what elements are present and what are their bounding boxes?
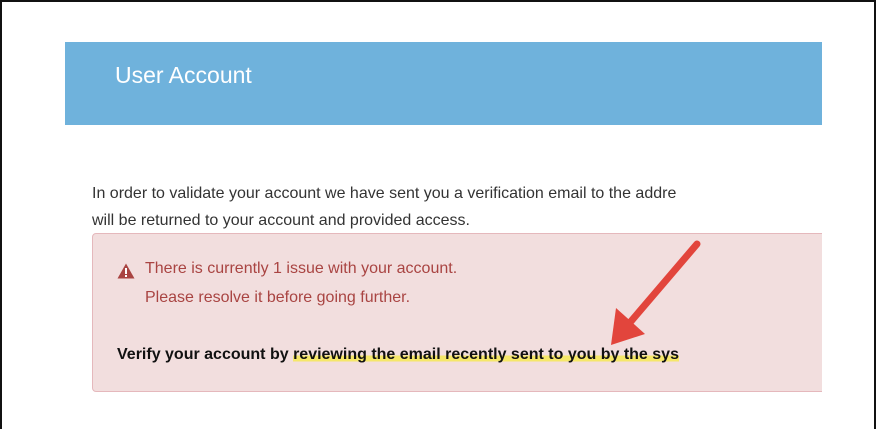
page-title: User Account (115, 62, 252, 88)
intro-line-1: In order to validate your account we hav… (92, 185, 677, 202)
verify-text-highlighted: reviewing the email recently sent to you… (293, 346, 679, 363)
issue-count-text: There is currently 1 issue with your acc… (145, 260, 458, 277)
resolve-instruction-text: Please resolve it before going further. (145, 289, 411, 306)
intro-line-2: will be returned to your account and pro… (92, 212, 470, 229)
user-account-panel: User Account In order to validate your a… (65, 42, 822, 431)
account-issue-alert: There is currently 1 issue with your acc… (92, 233, 822, 392)
screenshot-frame: User Account In order to validate your a… (0, 0, 876, 429)
verify-text-plain: Verify your account by (117, 346, 294, 363)
verify-account-text: Verify your account by reviewing the ema… (117, 346, 679, 364)
intro-text: In order to validate your account we hav… (92, 180, 676, 234)
panel-header: User Account (65, 42, 822, 125)
warning-triangle-icon (117, 263, 135, 279)
